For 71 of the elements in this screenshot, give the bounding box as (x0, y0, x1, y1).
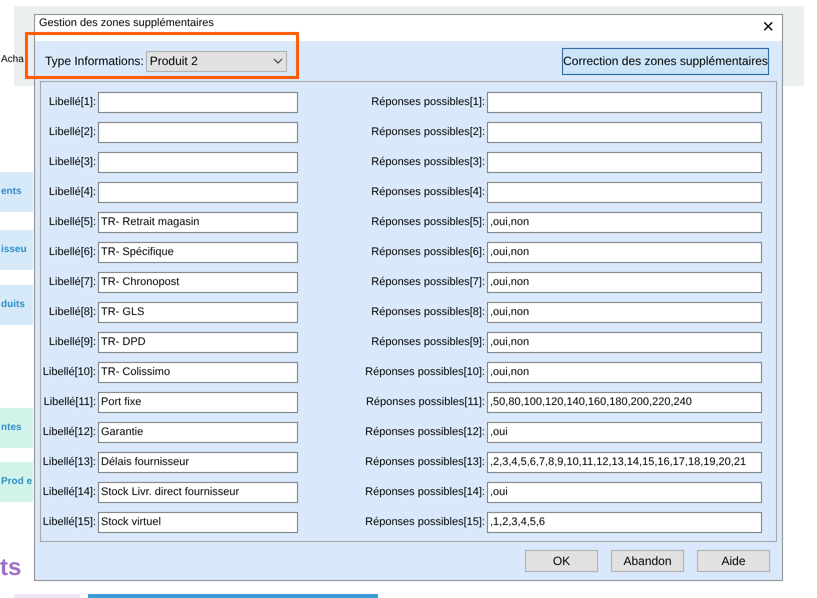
input-field[interactable]: TR- Spécifique (98, 242, 298, 262)
field-label: Libellé[14]: (42, 484, 97, 500)
input-field[interactable] (98, 182, 298, 202)
input-field[interactable] (98, 152, 298, 172)
input-field[interactable]: ,oui,non (487, 332, 762, 352)
field-label: Réponses possibles[1]: (370, 94, 486, 110)
input-field[interactable]: TR- DPD (98, 332, 298, 352)
field-label: Réponses possibles[7]: (370, 274, 486, 290)
field-label: Libellé[5]: (48, 214, 97, 230)
input-field[interactable] (487, 122, 762, 142)
field-label: Réponses possibles[13]: (364, 454, 486, 470)
field-label: Libellé[3]: (48, 154, 97, 170)
field-label: Libellé[6]: (48, 244, 97, 260)
field-label: Réponses possibles[2]: (370, 124, 486, 140)
field-label: Réponses possibles[10]: (364, 364, 486, 380)
input-field[interactable]: ,oui (487, 482, 762, 502)
input-field[interactable]: ,oui,non (487, 362, 762, 382)
type-dropdown[interactable]: Produit 2 (146, 50, 287, 72)
input-field[interactable]: ,oui,non (487, 302, 762, 322)
field-label: Réponses possibles[3]: (370, 154, 486, 170)
input-field[interactable]: TR- Chronopost (98, 272, 298, 292)
field-label: Réponses possibles[14]: (364, 484, 486, 500)
input-field[interactable]: ,oui,non (487, 212, 762, 232)
field-label: Réponses possibles[9]: (370, 334, 486, 350)
field-label: Réponses possibles[5]: (370, 214, 486, 230)
input-field[interactable] (487, 92, 762, 112)
field-label: Libellé[2]: (48, 124, 97, 140)
field-label: Réponses possibles[15]: (364, 514, 486, 530)
input-field[interactable]: ,oui (487, 422, 762, 442)
type-label: Type Informations: (45, 53, 144, 70)
field-label: Réponses possibles[11]: (364, 394, 486, 410)
field-label: Réponses possibles[4]: (370, 184, 486, 200)
dialog-button[interactable]: OK (525, 550, 598, 572)
input-field[interactable]: Délais fournisseur (98, 452, 298, 472)
field-label: Réponses possibles[6]: (370, 244, 486, 260)
section-heading: ts (0, 556, 22, 580)
input-field[interactable]: Stock virtuel (98, 512, 298, 532)
correction-button[interactable]: Correction des zones supplémentaires (562, 48, 769, 74)
input-field[interactable]: ,oui,non (487, 242, 762, 262)
input-field[interactable]: ,1,2,3,4,5,6 (487, 512, 762, 532)
input-field[interactable] (98, 122, 298, 142)
input-field[interactable]: Garantie (98, 422, 298, 442)
input-field[interactable]: TR- GLS (98, 302, 298, 322)
input-field[interactable]: Port fixe (98, 392, 298, 412)
field-label: Libellé[1]: (48, 94, 97, 110)
input-field[interactable] (487, 182, 762, 202)
input-field[interactable]: ,2,3,4,5,6,7,8,9,10,11,12,13,14,15,16,17,18,19,20,21 (487, 452, 762, 472)
field-label: Libellé[10]: (42, 364, 97, 380)
dialog-title: Gestion des zones supplémentaires (39, 17, 214, 30)
input-field[interactable]: TR- Colissimo (98, 362, 298, 382)
field-label: Réponses possibles[12]: (364, 424, 486, 440)
input-field[interactable]: TR- Retrait magasin (98, 212, 298, 232)
field-label: Libellé[8]: (48, 304, 97, 320)
field-label: Libellé[11]: (42, 394, 97, 410)
dialog-button[interactable]: Aide (697, 550, 770, 572)
input-field[interactable] (98, 92, 298, 112)
dialog-button[interactable]: Abandon (611, 550, 684, 572)
field-label: Libellé[13]: (42, 454, 97, 470)
field-label: Réponses possibles[8]: (370, 304, 486, 320)
toolbar-text: Acha (1, 53, 24, 67)
input-field[interactable] (487, 152, 762, 172)
field-label: Libellé[7]: (48, 274, 97, 290)
chevron-icon (272, 58, 283, 64)
field-label: Libellé[9]: (48, 334, 97, 350)
field-label: Libellé[15]: (42, 514, 97, 530)
field-label: Libellé[4]: (48, 184, 97, 200)
close-button[interactable]: × (760, 17, 776, 37)
input-field[interactable]: ,oui,non (487, 272, 762, 292)
input-field[interactable]: Stock Livr. direct fournisseur (98, 482, 298, 502)
field-label: Libellé[12]: (42, 424, 97, 440)
input-field[interactable]: ,50,80,100,120,140,160,180,200,220,240 (487, 392, 762, 412)
